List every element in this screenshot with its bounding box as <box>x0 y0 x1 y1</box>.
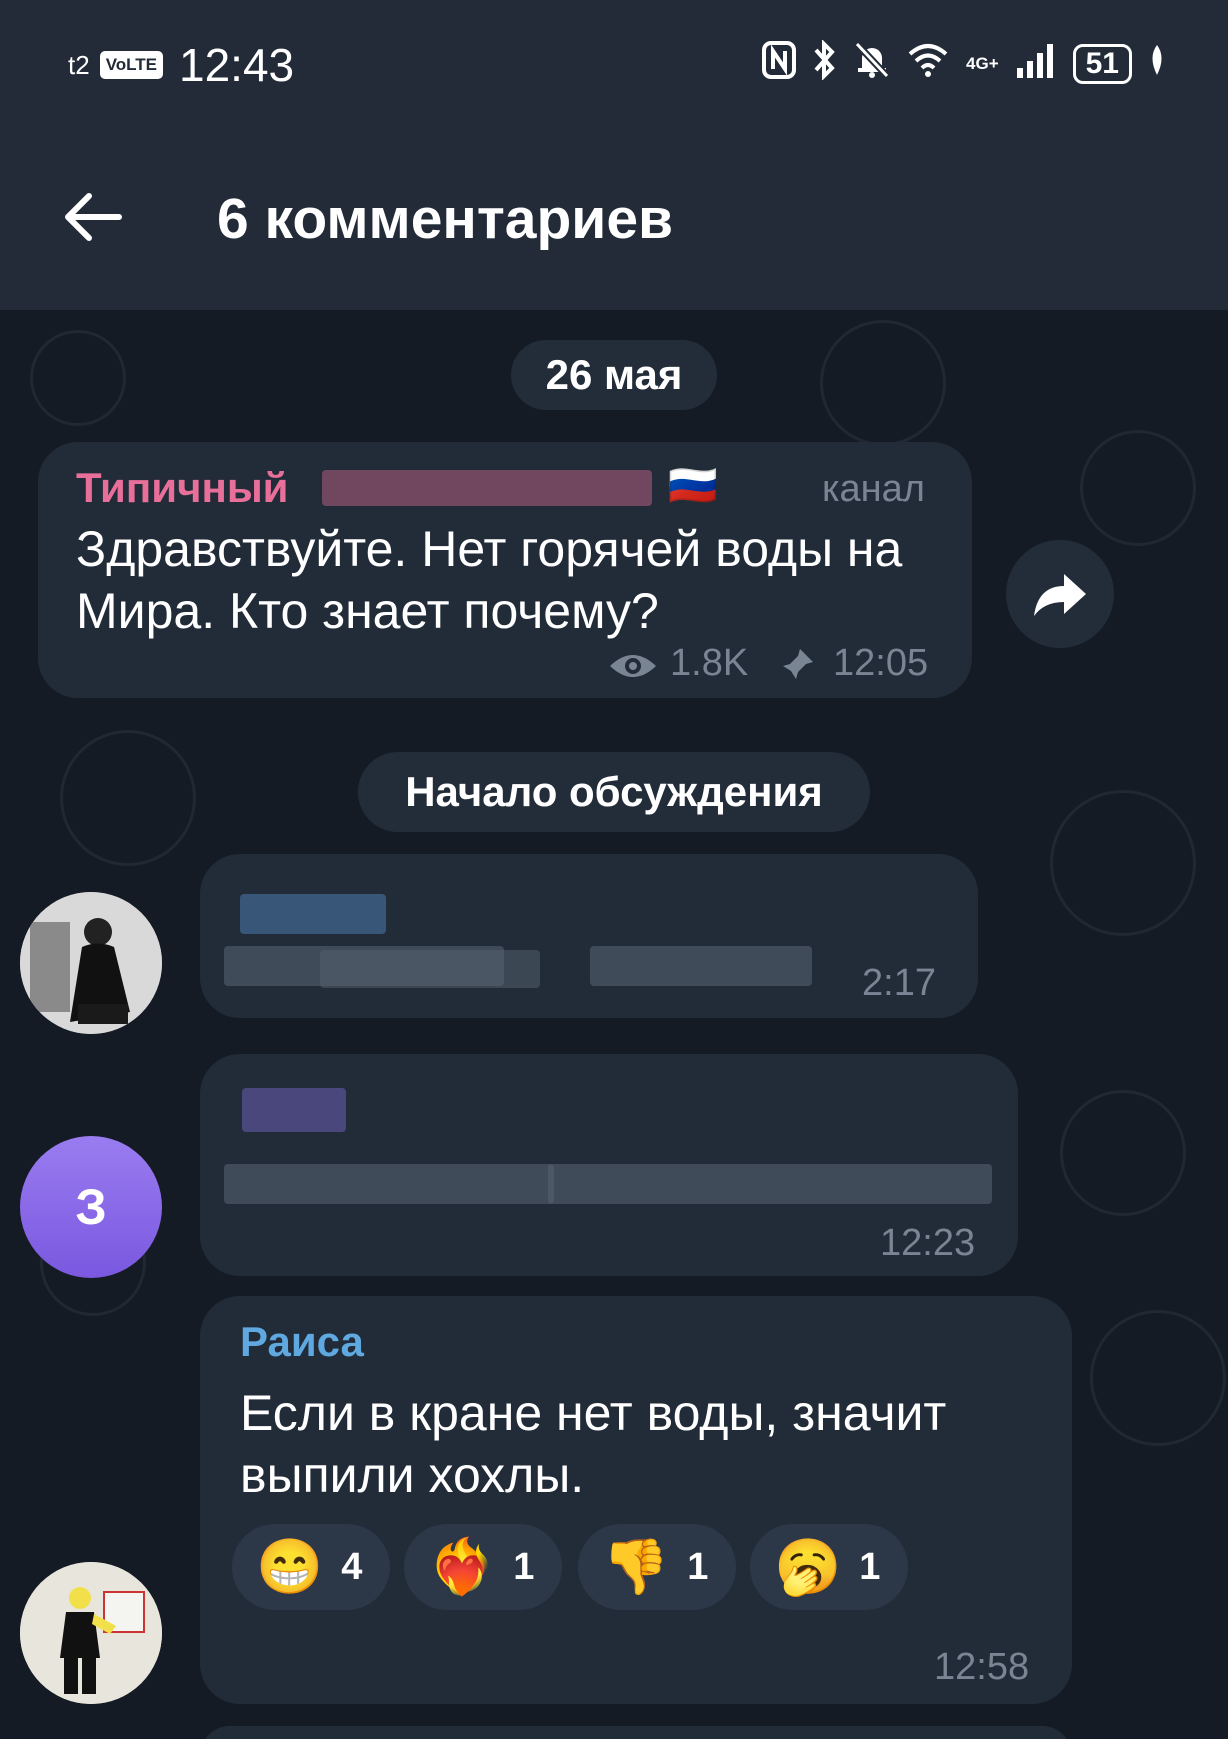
status-bar: t2 VoLTE 12:43 4G+ 51 <box>0 0 1228 120</box>
comment-bubble[interactable] <box>200 1726 1072 1739</box>
reaction-count: 4 <box>341 1545 363 1588</box>
reaction-count: 1 <box>687 1545 709 1588</box>
thumbs-down-icon: 👎 <box>602 1537 670 1597</box>
redacted-text <box>320 950 540 988</box>
leaf-icon <box>1148 43 1166 85</box>
comment-sender-name[interactable]: Раиса <box>240 1318 364 1366</box>
bluetooth-icon <box>812 39 838 88</box>
chat-area[interactable]: 26 мая Типичный 🇷🇺 канал Здравствуйте. Н… <box>0 310 1228 1739</box>
channel-post-bubble[interactable]: Типичный 🇷🇺 канал Здравствуйте. Нет горя… <box>38 442 972 698</box>
nfc-icon <box>762 41 797 87</box>
eye-icon <box>608 650 658 687</box>
heart-on-fire-icon: ❤️‍🔥 <box>428 1537 496 1597</box>
wifi-icon <box>906 42 950 86</box>
background-doodle <box>1080 430 1196 546</box>
message-time: 12:05 <box>833 642 929 684</box>
background-doodle <box>60 730 196 866</box>
mute-bell-icon <box>854 41 890 87</box>
redacted-name <box>322 470 652 506</box>
share-arrow-icon <box>1034 574 1086 616</box>
redacted-text <box>224 1164 554 1204</box>
channel-badge: канал <box>822 468 925 510</box>
message-time: 12:23 <box>880 1222 976 1264</box>
arrow-left-icon <box>65 193 122 241</box>
redacted-sender <box>242 1088 346 1132</box>
yawning-face-icon: 🥱 <box>774 1537 842 1597</box>
comment-bubble[interactable]: 2:17 <box>200 854 978 1018</box>
comment-bubble[interactable]: Раиса Если в кране нет воды, значит выпи… <box>200 1296 1072 1704</box>
message-text: Здравствуйте. Нет горячей воды на Мира. … <box>76 521 903 639</box>
views-count: 1.8K <box>670 642 749 684</box>
russia-flag-icon: 🇷🇺 <box>668 464 718 508</box>
status-left: t2 VoLTE 12:43 <box>68 38 294 92</box>
share-button[interactable] <box>1006 540 1114 648</box>
status-right: 4G+ 51 <box>762 39 1166 88</box>
back-button[interactable] <box>58 182 128 252</box>
carrier-label: t2 <box>68 49 90 80</box>
background-doodle <box>30 330 126 426</box>
redacted-text <box>548 1164 992 1204</box>
background-doodle <box>820 320 946 446</box>
signal-icon <box>1015 42 1057 86</box>
reaction-thumbs-down[interactable]: 👎 1 <box>578 1524 736 1610</box>
channel-sender-name[interactable]: Типичный <box>76 464 289 512</box>
discussion-start-label: Начало обсуждения <box>358 752 870 832</box>
message-text: Если в кране нет воды, значит выпили хох… <box>240 1385 947 1503</box>
avatar-letter: З <box>75 1179 107 1235</box>
redacted-text <box>590 946 812 986</box>
avatar[interactable] <box>20 892 162 1034</box>
grinning-face-icon: 😁 <box>256 1537 324 1597</box>
reaction-count: 1 <box>513 1545 535 1588</box>
reaction-heart-fire[interactable]: ❤️‍🔥 1 <box>404 1524 562 1610</box>
page-title: 6 комментариев <box>217 187 674 251</box>
message-time: 12:58 <box>934 1646 1030 1688</box>
volte-badge: VoLTE <box>99 51 163 79</box>
avatar[interactable] <box>20 1562 162 1704</box>
background-doodle <box>1050 790 1196 936</box>
status-time: 12:43 <box>179 39 295 91</box>
redacted-sender <box>240 894 386 934</box>
network-type: 4G+ <box>966 54 999 73</box>
comment-bubble[interactable]: 12:23 <box>200 1054 1018 1276</box>
pin-icon <box>780 646 816 687</box>
reaction-yawning[interactable]: 🥱 1 <box>750 1524 908 1610</box>
background-doodle <box>1090 1310 1226 1446</box>
reaction-grinning[interactable]: 😁 4 <box>232 1524 390 1610</box>
chat-header: 6 комментариев <box>0 120 1228 310</box>
date-separator: 26 мая <box>511 340 717 410</box>
battery-level: 51 <box>1072 44 1132 84</box>
avatar[interactable]: З <box>20 1136 162 1278</box>
message-time: 2:17 <box>862 962 936 1004</box>
reaction-count: 1 <box>859 1545 881 1588</box>
background-doodle <box>1060 1090 1186 1216</box>
